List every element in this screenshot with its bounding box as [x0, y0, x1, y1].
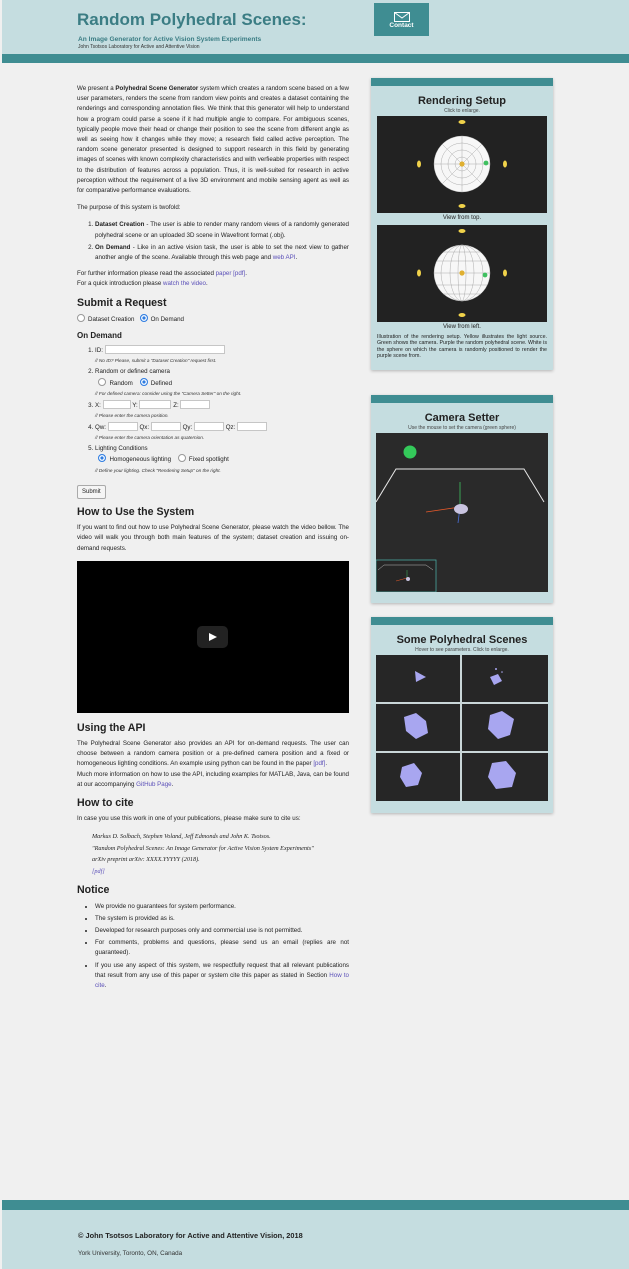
contact-button[interactable]: Contact [374, 3, 429, 36]
scene-gallery[interactable] [376, 655, 548, 801]
api-text-more: Much more information on how to use the … [77, 770, 349, 788]
cite-heading: How to cite [77, 796, 134, 809]
cite-pdf-link[interactable]: [pdf] [92, 868, 105, 875]
submit-button[interactable]: Submit [77, 484, 106, 499]
caption-view-top: View from top. [442, 215, 482, 221]
footer-accent-bar [2, 1200, 629, 1210]
site-title: Random Polyhedral Scenes: [77, 10, 307, 29]
video-link[interactable]: watch the video [163, 280, 206, 287]
on-demand-radio[interactable] [139, 313, 148, 322]
purpose-list: Dataset Creation - The user is able to r… [77, 220, 349, 263]
rendering-setup-title: Rendering Setup [417, 95, 506, 107]
form-item-lighting: Lighting Conditions Homogeneous lighting… [95, 444, 349, 474]
list-item: Dataset Creation - The user is able to r… [95, 220, 349, 240]
quick-intro: For a quick introduction please watch th… [77, 280, 208, 288]
camera-setter-panel: Camera Setter Use the mouse to set the c… [371, 395, 553, 603]
camera-random-radio[interactable] [98, 377, 107, 386]
camera-setter-title: Camera Setter [424, 412, 500, 424]
purpose-text: The purpose of this system is twofold: [77, 204, 181, 212]
z-input[interactable] [180, 399, 211, 409]
rendering-description: Illustration of the rendering setup. Yel… [377, 334, 547, 360]
x-input[interactable] [102, 399, 131, 409]
render-view-left-image[interactable] [377, 225, 547, 322]
lab-name: John Tsotsos Laboratory for Active and A… [78, 44, 200, 50]
video-player[interactable] [77, 560, 349, 713]
how-to-use-text: If you want to find out how to use Polyh… [77, 524, 349, 552]
play-icon[interactable] [197, 625, 228, 648]
form-item-position: X: Y: Z: // Please enter the camera posi… [95, 399, 349, 420]
polyhedral-scenes-panel: Some Polyhedral Scenes Hover to see para… [371, 617, 553, 813]
how-to-use-heading: How to Use the System [77, 505, 195, 518]
qz-input[interactable] [237, 422, 268, 432]
main-content: We present a Polyhedral Scene Generator … [77, 84, 349, 997]
list-item: If you use any aspect of this system, we… [95, 961, 349, 992]
site-subtitle: An Image Generator for Active Vision Sys… [78, 36, 262, 43]
list-item: The system is provided as is. [95, 914, 349, 924]
notice-heading: Notice [77, 884, 110, 897]
list-item: On Demand - Like in an active vision tas… [95, 243, 349, 263]
api-heading: Using the API [77, 721, 146, 734]
camera-setter-canvas[interactable] [375, 433, 548, 593]
dataset-creation-radio[interactable] [77, 313, 85, 322]
github-link[interactable]: GitHub Page [136, 781, 171, 788]
cite-intro: In case you use this work in one of your… [77, 815, 301, 823]
footer-copyright: © John Tsotsos Laboratory for Active and… [78, 1231, 303, 1240]
page-footer: © John Tsotsos Laboratory for Active and… [2, 1210, 629, 1269]
footer-address: York University, Toronto, ON, Canada [78, 1250, 183, 1257]
qy-input[interactable] [193, 422, 224, 432]
submit-request-heading: Submit a Request [77, 296, 167, 309]
intro-paragraph: We present a Polyhedral Scene Generator … [77, 85, 349, 195]
notice-list: We provide no guarantees for system perf… [77, 902, 349, 992]
contact-label: Contact [389, 22, 414, 29]
api-text: The Polyhedral Scene Generator also prov… [77, 739, 349, 768]
rendering-setup-hint: Click to enlarge. [444, 108, 480, 114]
scenes-title: Some Polyhedral Scenes [396, 634, 528, 646]
qw-input[interactable] [107, 422, 138, 432]
paper-link[interactable]: paper [pdf] [216, 270, 246, 277]
qx-input[interactable] [150, 422, 181, 432]
web-api-link[interactable]: web API [273, 254, 296, 261]
camera-setter-hint: Use the mouse to set the camera (green s… [408, 425, 516, 431]
envelope-icon [393, 12, 410, 22]
camera-defined-radio[interactable] [139, 377, 148, 386]
further-info: For further information please read the … [77, 270, 247, 278]
render-view-top-image[interactable] [377, 116, 547, 213]
on-demand-heading: On Demand [77, 331, 122, 341]
header-accent-bar [2, 54, 629, 63]
form-item-id: ID: // No ID? Please, submit a "Dataset … [95, 345, 349, 365]
list-item: Developed for research purposes only and… [95, 926, 349, 936]
caption-view-left: View from left. [443, 324, 481, 330]
list-item: We provide no guarantees for system perf… [95, 902, 349, 912]
form-item-camera: Random or defined camera Random Defined … [95, 367, 349, 397]
list-item: For comments, problems and questions, pl… [95, 938, 349, 958]
form-item-orientation: Qw: Qx: Qy: Qz: // Please enter the came… [95, 422, 349, 442]
citation: Markus D. Solbach, Stephen Voland, Jeff … [92, 833, 314, 875]
scenes-hint: Hover to see parameters. Click to enlarg… [415, 647, 509, 653]
id-input[interactable] [104, 345, 225, 355]
fixed-spotlight-radio[interactable] [177, 454, 186, 463]
rendering-setup-panel: Rendering Setup Click to enlarge. View f… [371, 78, 553, 370]
homogeneous-lighting-radio[interactable] [98, 454, 107, 463]
page-header: Random Polyhedral Scenes: An Image Gener… [2, 0, 629, 54]
on-demand-form: ID: // No ID? Please, submit a "Dataset … [77, 345, 349, 474]
api-pdf-link[interactable]: [pdf] [313, 760, 325, 767]
mode-selector: Dataset Creation On Demand [77, 313, 349, 325]
y-input[interactable] [139, 399, 172, 409]
